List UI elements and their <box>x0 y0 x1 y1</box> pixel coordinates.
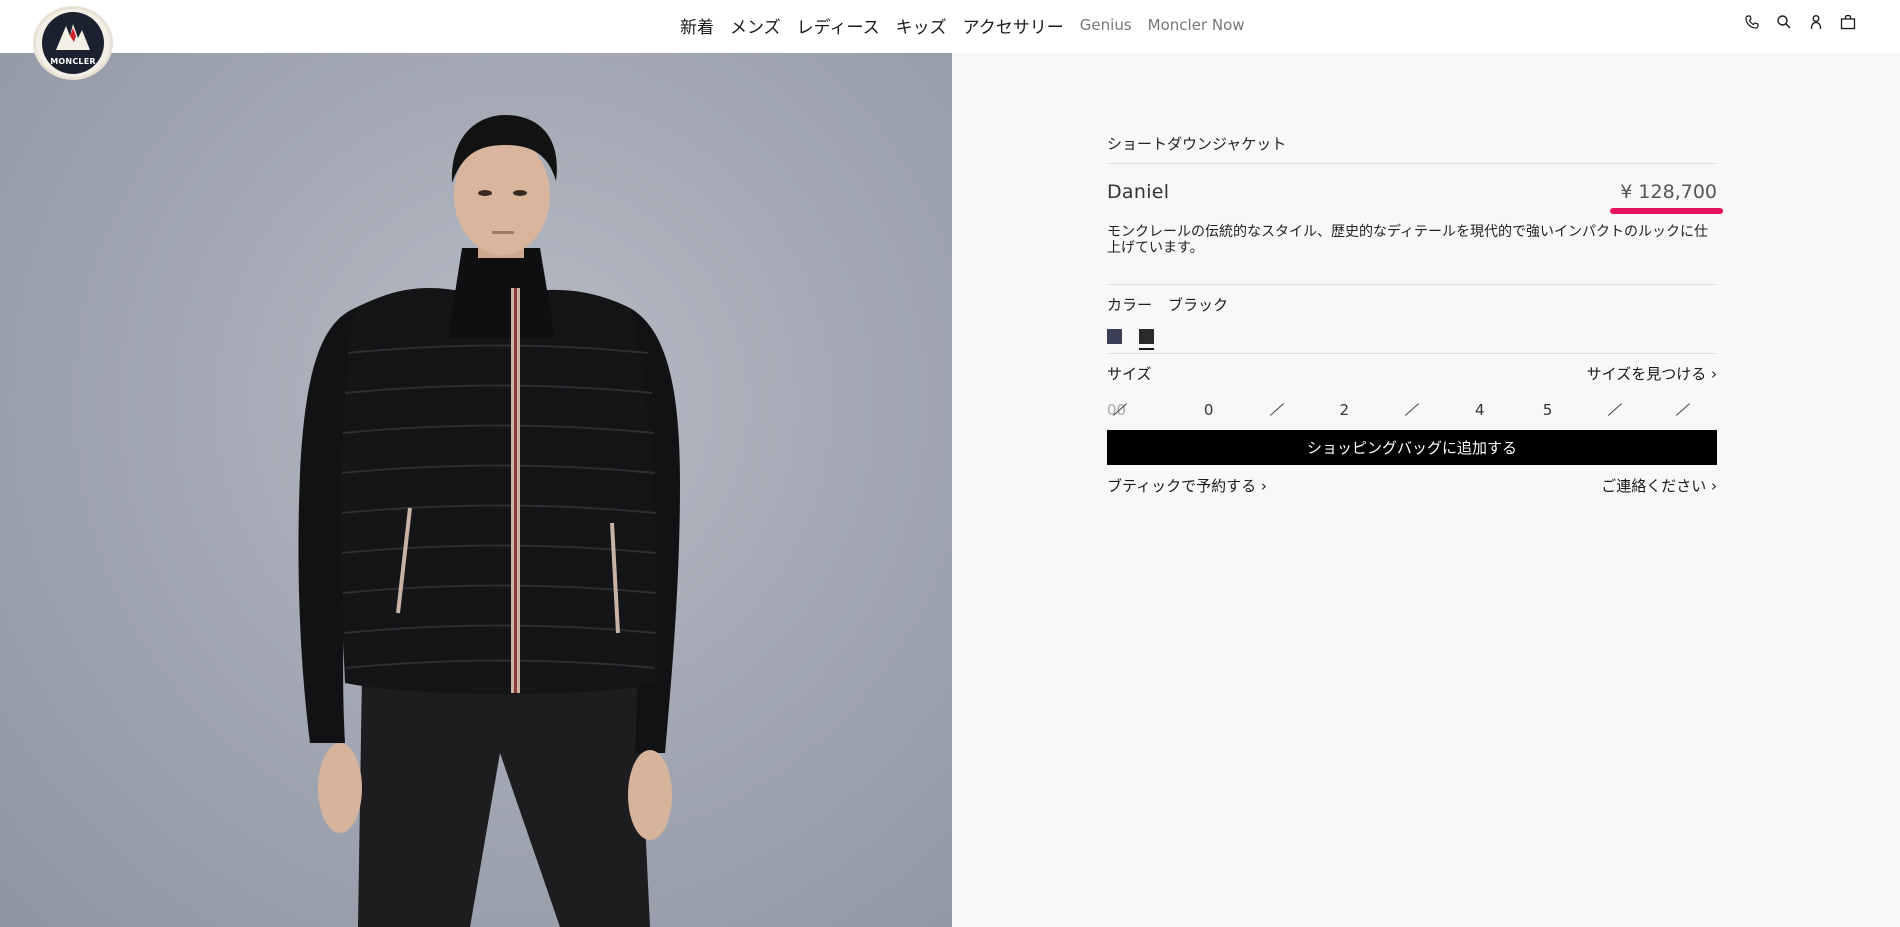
nav-women[interactable]: レディース <box>797 13 880 38</box>
phone-icon[interactable] <box>1744 14 1760 30</box>
mountain-icon <box>56 24 90 50</box>
nav-moncler-now[interactable]: Moncler Now <box>1148 16 1245 34</box>
size-option[interactable]: 0 <box>1175 401 1243 419</box>
shopping-bag-icon[interactable] <box>1840 14 1856 30</box>
size-option[interactable] <box>1378 401 1446 419</box>
product-description: モンクレールの伝統的なスタイル、歴史的なディテールを現代的で強いインパクトのルッ… <box>1107 224 1717 285</box>
color-value: ブラック <box>1168 296 1229 314</box>
size-label: サイズ <box>1107 365 1152 383</box>
logo-emblem: MONCLER <box>42 12 104 74</box>
size-option[interactable]: 5 <box>1514 401 1582 419</box>
search-icon[interactable] <box>1776 14 1792 30</box>
account-icon[interactable] <box>1808 14 1824 30</box>
nav-genius[interactable]: Genius <box>1080 16 1132 34</box>
product-category: ショートダウンジャケット <box>1107 133 1717 164</box>
size-options: 00 0 2 4 5 <box>1107 401 1717 419</box>
logo-text: MONCLER <box>50 57 96 66</box>
site-header: MONCLER 新着 メンズ レディース キッズ アクセサリー Genius M… <box>0 0 1900 80</box>
product-price: ¥ 128,700 <box>1620 181 1717 203</box>
product-details-panel: ショートダウンジャケット Daniel ¥ 128,700 モンクレールの伝統的… <box>952 53 1900 927</box>
moncler-logo[interactable]: MONCLER <box>33 6 113 80</box>
color-label: カラー <box>1107 296 1153 314</box>
model-photo <box>298 115 680 927</box>
size-option[interactable] <box>1581 401 1649 419</box>
header-icons <box>1744 14 1856 30</box>
main-nav: 新着 メンズ レディース キッズ アクセサリー Genius Moncler N… <box>680 13 1245 38</box>
size-option[interactable] <box>1243 401 1311 419</box>
find-size-link[interactable]: サイズを見つける › <box>1587 363 1717 384</box>
product-details: ショートダウンジャケット Daniel ¥ 128,700 モンクレールの伝統的… <box>1107 133 1724 496</box>
size-option[interactable]: 2 <box>1310 401 1378 419</box>
swatch-navy[interactable] <box>1107 329 1122 344</box>
product-image[interactable] <box>0 53 952 927</box>
color-swatches <box>1107 329 1717 354</box>
size-option[interactable] <box>1649 401 1717 419</box>
secondary-links: ブティックで予約する › ご連絡ください › <box>1107 475 1717 496</box>
swatch-black[interactable] <box>1139 329 1154 350</box>
size-option[interactable]: 4 <box>1446 401 1514 419</box>
color-row: カラー ブラック <box>1107 294 1717 315</box>
product-name: Daniel <box>1107 181 1170 203</box>
nav-new[interactable]: 新着 <box>680 13 714 38</box>
price-highlight-underline <box>1610 208 1724 214</box>
size-option[interactable]: 00 <box>1107 401 1175 419</box>
price-wrap: ¥ 128,700 <box>1610 181 1724 214</box>
book-boutique-link[interactable]: ブティックで予約する › <box>1107 475 1267 496</box>
nav-men[interactable]: メンズ <box>730 13 781 38</box>
add-to-bag-button[interactable]: ショッピングバッグに追加する <box>1107 430 1717 465</box>
contact-link[interactable]: ご連絡ください › <box>1601 475 1717 496</box>
name-price-row: Daniel ¥ 128,700 <box>1107 181 1724 214</box>
nav-accessories[interactable]: アクセサリー <box>963 13 1064 38</box>
size-header: サイズ サイズを見つける › <box>1107 363 1717 384</box>
nav-kids[interactable]: キッズ <box>896 13 947 38</box>
